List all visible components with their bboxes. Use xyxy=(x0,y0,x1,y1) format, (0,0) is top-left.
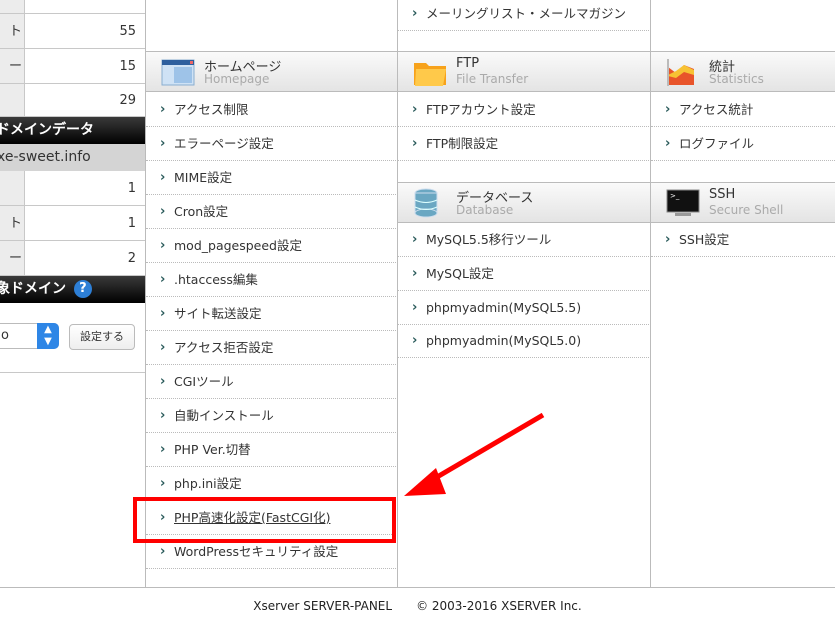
red-arrow-annotation xyxy=(404,412,545,496)
